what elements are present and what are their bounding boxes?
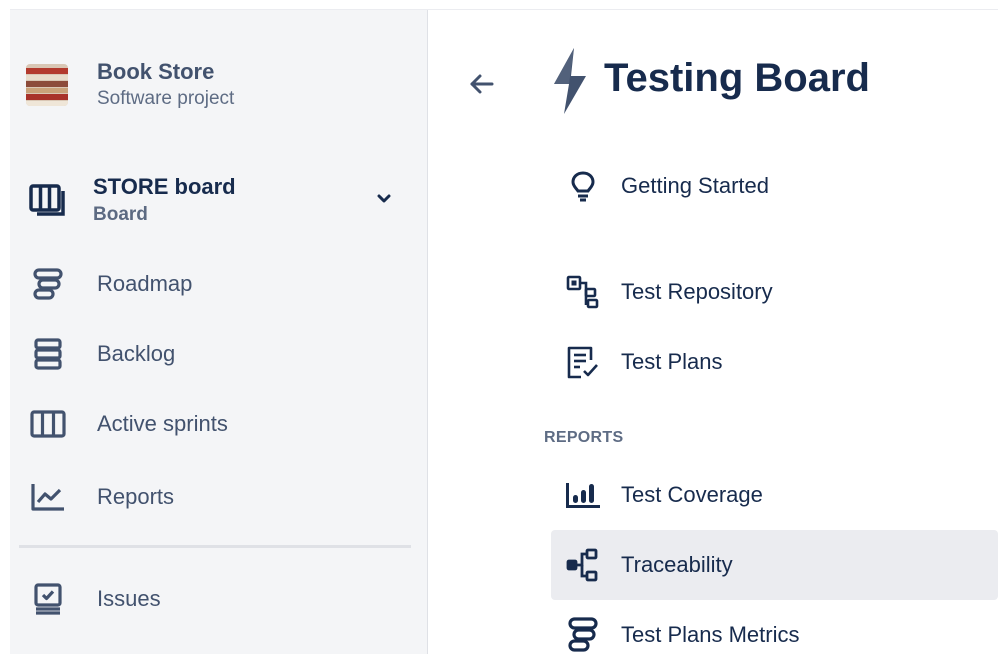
panel-item-label: Traceability <box>621 552 733 577</box>
test-coverage-icon <box>565 477 601 513</box>
board-subtitle: Board <box>93 204 148 225</box>
test-plans-metrics-icon <box>565 617 601 653</box>
backlog-icon <box>26 334 70 374</box>
project-type: Software project <box>97 88 235 109</box>
sidebar-item-label: Roadmap <box>97 271 193 296</box>
chevron-down-icon[interactable] <box>372 186 396 210</box>
panel-item-test-repository[interactable]: Test Repository <box>551 257 998 327</box>
lightning-bolt-icon <box>554 48 586 114</box>
test-repository-icon <box>565 274 601 310</box>
panel-item-test-coverage[interactable]: Test Coverage <box>551 460 998 530</box>
sidebar-item-label: Backlog <box>97 341 176 366</box>
active-sprints-icon <box>26 404 70 444</box>
sidebar-item-label: Active sprints <box>97 411 228 436</box>
sidebar-item-roadmap[interactable]: Roadmap <box>26 264 406 304</box>
project-avatar <box>26 64 68 106</box>
traceability-icon <box>565 547 601 583</box>
test-plans-icon <box>565 344 601 380</box>
page-title: Testing Board <box>604 56 870 100</box>
sidebar-item-label: Reports <box>97 484 175 509</box>
sidebar-item-label: Issues <box>97 586 161 611</box>
sidebar-divider <box>19 545 411 548</box>
panel-item-label: Getting Started <box>621 173 769 198</box>
sidebar-item-active-sprints[interactable]: Active sprints <box>26 404 406 444</box>
back-arrow-icon[interactable] <box>466 68 498 100</box>
issues-icon <box>26 579 70 619</box>
panel-item-label: Test Plans <box>621 349 723 374</box>
panel-item-traceability[interactable]: Traceability <box>551 530 998 600</box>
roadmap-icon <box>26 264 70 304</box>
section-reports: REPORTS <box>544 429 624 446</box>
lightbulb-icon <box>565 168 601 204</box>
panel-item-test-plans-metrics[interactable]: Test Plans Metrics <box>551 600 998 654</box>
panel-item-test-plans[interactable]: Test Plans <box>551 327 998 397</box>
board-icon <box>26 178 70 222</box>
board-selector[interactable]: STORE board Board <box>26 172 396 228</box>
panel-item-getting-started[interactable]: Getting Started <box>551 151 998 221</box>
top-border <box>10 0 998 10</box>
project-header[interactable]: Book Store Software project <box>26 58 234 112</box>
board-name: STORE board <box>93 174 236 199</box>
panel-item-label: Test Repository <box>621 279 773 304</box>
panel-item-label: Test Plans Metrics <box>621 622 800 647</box>
reports-icon <box>26 477 70 517</box>
sidebar-item-backlog[interactable]: Backlog <box>26 334 406 374</box>
sidebar-item-reports[interactable]: Reports <box>26 477 406 517</box>
sidebar-item-issues[interactable]: Issues <box>26 579 406 619</box>
panel-item-label: Test Coverage <box>621 482 763 507</box>
project-name: Book Store <box>97 59 215 84</box>
